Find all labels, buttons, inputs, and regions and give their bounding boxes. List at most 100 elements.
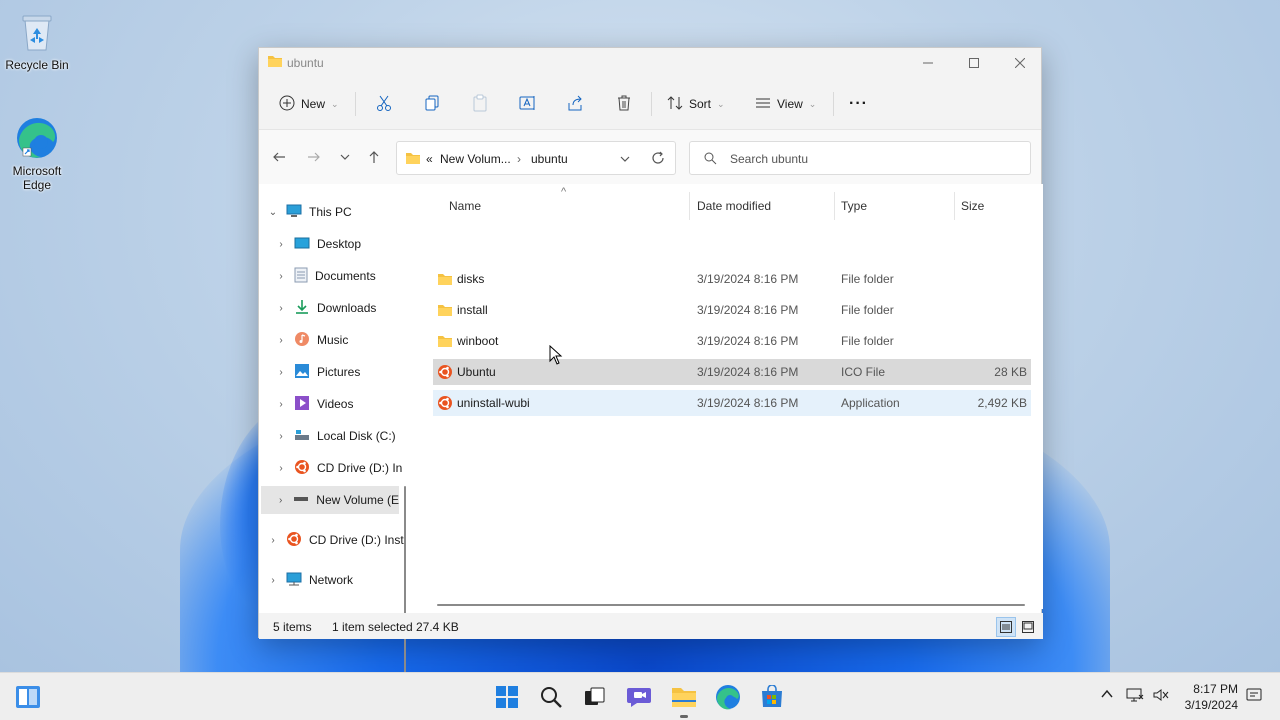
chevron-right-icon[interactable]: › bbox=[275, 495, 286, 506]
chevron-down-icon bbox=[340, 154, 350, 160]
delete-button[interactable] bbox=[615, 88, 633, 120]
paste-button[interactable] bbox=[471, 88, 489, 120]
address-bar[interactable]: « New Volum... › ubuntu bbox=[396, 141, 676, 175]
search-input[interactable]: Search ubuntu bbox=[730, 152, 808, 166]
desktop-icon-edge[interactable]: Microsoft Edge bbox=[2, 116, 72, 192]
file-row-winboot[interactable]: winboot 3/19/2024 8:16 PM File folder bbox=[433, 328, 1031, 354]
network-status-button[interactable] bbox=[1126, 687, 1144, 706]
folder-icon bbox=[437, 272, 453, 289]
navigation-pane: ⌄ This PC › Desktop › Documents › Downlo… bbox=[259, 184, 414, 720]
edge-icon bbox=[716, 685, 740, 710]
chat-button[interactable] bbox=[625, 683, 653, 711]
view-button[interactable]: View ⌄ bbox=[755, 88, 816, 120]
documents-icon bbox=[294, 267, 308, 286]
system-clock[interactable]: 8:17 PM 3/19/2024 bbox=[1180, 681, 1238, 713]
file-row-uninstall-wubi[interactable]: uninstall-wubi 3/19/2024 8:16 PM Applica… bbox=[433, 390, 1031, 416]
clock-date: 3/19/2024 bbox=[1184, 698, 1238, 712]
nav-item-cd-drive-root[interactable]: › CD Drive (D:) Inst bbox=[267, 526, 404, 554]
column-divider[interactable] bbox=[689, 192, 690, 220]
clipboard-icon bbox=[471, 94, 489, 115]
nav-item-pictures[interactable]: › Pictures bbox=[275, 358, 360, 386]
volume-button[interactable] bbox=[1152, 687, 1170, 706]
column-header-type[interactable]: Type bbox=[841, 192, 867, 220]
rename-button[interactable] bbox=[519, 88, 537, 120]
search-button[interactable] bbox=[537, 683, 565, 711]
nav-item-network[interactable]: › Network bbox=[267, 566, 353, 594]
chevron-right-icon[interactable]: › bbox=[275, 335, 287, 346]
taskbar: 8:17 PM 3/19/2024 bbox=[0, 672, 1280, 720]
nav-item-label: Music bbox=[317, 333, 349, 347]
file-explorer-taskbar-button[interactable] bbox=[670, 683, 698, 711]
tiles-view-button[interactable] bbox=[1018, 617, 1038, 637]
forward-button[interactable] bbox=[302, 145, 326, 169]
selection-size: 27.4 KB bbox=[416, 620, 459, 634]
nav-item-new-volume[interactable]: › New Volume (E bbox=[261, 486, 399, 514]
title-bar[interactable]: ubuntu bbox=[259, 48, 1041, 78]
column-divider[interactable] bbox=[834, 192, 835, 220]
chevron-right-icon[interactable]: › bbox=[275, 239, 287, 250]
recent-locations-button[interactable] bbox=[333, 145, 357, 169]
show-hidden-icons-button[interactable] bbox=[1100, 687, 1114, 704]
desktop-icon-recycle-bin[interactable]: Recycle Bin bbox=[2, 10, 72, 72]
column-divider[interactable] bbox=[954, 192, 955, 220]
nav-item-this-pc[interactable]: ⌄ This PC bbox=[267, 198, 352, 226]
notifications-button[interactable] bbox=[1246, 687, 1262, 706]
toolbar-divider bbox=[355, 92, 356, 116]
new-button[interactable]: New ⌄ bbox=[279, 88, 339, 120]
more-options-button[interactable]: ··· bbox=[849, 88, 868, 120]
column-header-size[interactable]: Size bbox=[961, 192, 984, 220]
chevron-right-icon[interactable]: › bbox=[275, 463, 287, 474]
chevron-right-icon[interactable]: › bbox=[275, 431, 287, 442]
nav-item-music[interactable]: › Music bbox=[275, 326, 348, 354]
up-button[interactable] bbox=[362, 145, 386, 169]
nav-item-cd-drive[interactable]: › CD Drive (D:) In bbox=[275, 454, 402, 482]
store-taskbar-button[interactable] bbox=[758, 683, 786, 711]
file-row-disks[interactable]: disks 3/19/2024 8:16 PM File folder bbox=[433, 266, 1031, 292]
file-type: File folder bbox=[841, 303, 894, 317]
column-header-date[interactable]: Date modified bbox=[697, 192, 771, 220]
nav-item-label: Pictures bbox=[317, 365, 361, 379]
column-header-name[interactable]: Name bbox=[449, 192, 481, 220]
chevron-right-icon[interactable]: › bbox=[275, 303, 287, 314]
cut-button[interactable] bbox=[375, 88, 393, 120]
refresh-button[interactable] bbox=[651, 151, 665, 168]
nav-item-desktop[interactable]: › Desktop bbox=[275, 230, 361, 258]
network-status-icon bbox=[1126, 688, 1144, 702]
file-list-scrollbar[interactable] bbox=[437, 604, 1025, 606]
nav-item-downloads[interactable]: › Downloads bbox=[275, 294, 376, 322]
copy-button[interactable] bbox=[423, 88, 441, 120]
rename-icon bbox=[519, 94, 537, 115]
sort-ascending-icon: ^ bbox=[561, 186, 567, 198]
breadcrumb-separator: › bbox=[517, 152, 521, 166]
nav-item-local-disk[interactable]: › Local Disk (C:) bbox=[275, 422, 395, 450]
breadcrumb-item[interactable]: ubuntu bbox=[531, 152, 568, 166]
close-button[interactable] bbox=[997, 48, 1043, 78]
address-dropdown-button[interactable] bbox=[619, 153, 631, 168]
active-app-indicator bbox=[680, 715, 688, 718]
share-button[interactable] bbox=[567, 88, 585, 120]
file-row-ubuntu[interactable]: Ubuntu 3/19/2024 8:16 PM ICO File 28 KB bbox=[433, 359, 1031, 385]
downloads-icon bbox=[294, 299, 310, 318]
start-button[interactable] bbox=[493, 683, 521, 711]
back-button[interactable] bbox=[267, 145, 291, 169]
search-box[interactable]: Search ubuntu bbox=[689, 141, 1031, 175]
details-view-button[interactable] bbox=[996, 617, 1016, 637]
file-row-install[interactable]: install 3/19/2024 8:16 PM File folder bbox=[433, 297, 1031, 323]
nav-item-videos[interactable]: › Videos bbox=[275, 390, 353, 418]
file-name: uninstall-wubi bbox=[457, 396, 530, 410]
chevron-right-icon[interactable]: › bbox=[275, 367, 287, 378]
edge-taskbar-button[interactable] bbox=[714, 683, 742, 711]
chevron-right-icon[interactable]: › bbox=[275, 399, 287, 410]
chevron-right-icon[interactable]: › bbox=[275, 271, 287, 282]
chevron-right-icon[interactable]: › bbox=[267, 535, 279, 546]
breadcrumb-overflow[interactable]: « bbox=[426, 152, 433, 166]
task-view-button[interactable] bbox=[580, 683, 608, 711]
widgets-button[interactable] bbox=[14, 683, 42, 711]
sort-button[interactable]: Sort ⌄ bbox=[667, 88, 725, 120]
nav-item-documents[interactable]: › Documents bbox=[275, 262, 376, 290]
chevron-right-icon[interactable]: › bbox=[267, 575, 279, 586]
maximize-button[interactable] bbox=[951, 48, 997, 78]
chevron-down-icon[interactable]: ⌄ bbox=[267, 207, 279, 218]
breadcrumb-item[interactable]: New Volum... bbox=[440, 152, 511, 166]
minimize-button[interactable] bbox=[905, 48, 951, 78]
